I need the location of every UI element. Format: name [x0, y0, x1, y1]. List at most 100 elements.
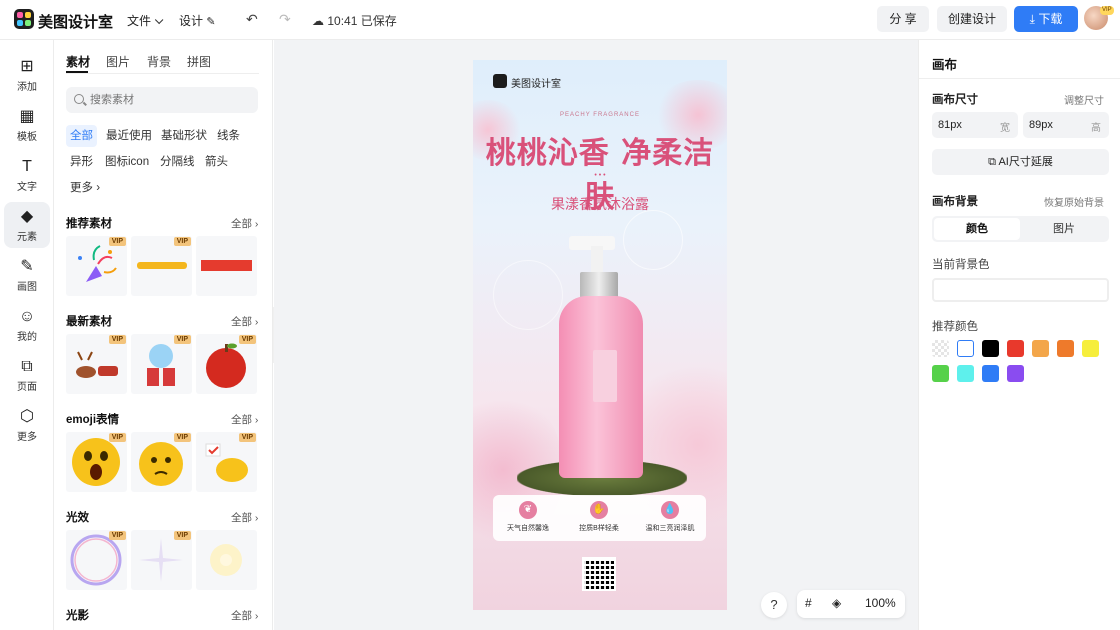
chip-arrows[interactable]: 箭头 [205, 151, 228, 173]
tab-assets[interactable]: 素材 [66, 53, 90, 70]
section-title-emoji: emoji表情 [66, 414, 120, 426]
design-menu[interactable]: 设计 ✎ [179, 12, 216, 29]
avatar-vip-badge: VIP [1100, 6, 1114, 15]
download-button[interactable]: ⤓ 下载 [1014, 6, 1078, 32]
grid-icon[interactable]: # [805, 596, 812, 610]
app-brand[interactable]: 美图设计室 [38, 11, 113, 32]
divider [919, 78, 1120, 79]
chip-dividers[interactable]: 分隔线 [160, 151, 195, 173]
asset-shocked-emoji[interactable]: VIP [66, 432, 127, 492]
section-title-light-effects: 光效 [66, 512, 89, 524]
see-all-link[interactable]: 全部 › [231, 608, 258, 623]
see-all-link[interactable]: 全部 › [231, 510, 258, 525]
asset-yellow-brush[interactable]: VIP [131, 236, 192, 296]
rail-item-add[interactable]: ⊞ 添加 [4, 52, 50, 98]
rail-label: 模板 [17, 132, 37, 143]
bubble-decoration [623, 210, 683, 270]
color-swatch[interactable] [982, 365, 999, 382]
color-swatch[interactable] [982, 340, 999, 357]
tab-backgrounds[interactable]: 背景 [147, 53, 171, 70]
undo-icon[interactable]: ↶ [246, 11, 258, 28]
rail-item-elements[interactable]: ◆ 元素 [4, 202, 50, 248]
chip-recent[interactable]: 最近使用 [106, 125, 152, 147]
asset-red-apple[interactable]: VIP [196, 334, 257, 394]
rail-item-draw[interactable]: ✎ 画图 [4, 252, 50, 298]
plus-square-icon: ⊞ [20, 58, 34, 75]
poster-logo-icon [493, 74, 507, 88]
color-swatch[interactable] [1007, 365, 1024, 382]
chip-icons[interactable]: 图标icon [105, 151, 149, 173]
color-swatch[interactable] [1057, 340, 1074, 357]
see-all-link[interactable]: 全部 › [231, 314, 258, 329]
color-swatch[interactable] [932, 365, 949, 382]
poster-canvas[interactable]: 美图设计室 PEACHY FRAGRANCE 桃桃沁香 净柔洁肤 • • • 果… [473, 60, 727, 610]
reset-background-link[interactable]: 恢复原始背景 [1044, 194, 1104, 209]
help-button[interactable]: ? [761, 592, 787, 618]
color-swatch[interactable] [1032, 340, 1049, 357]
asset-bubble-ring[interactable]: VIP [66, 530, 127, 590]
design-menu-label: 设计 [179, 14, 204, 28]
canvas-background-label: 画布背景 [932, 196, 978, 208]
share-button[interactable]: 分 享 [877, 6, 929, 32]
asset-glow-orb[interactable] [196, 530, 257, 590]
see-all-link[interactable]: 全部 › [231, 412, 258, 427]
rail-label: 元素 [17, 232, 37, 243]
canvas-stage[interactable]: 美图设计室 PEACHY FRAGRANCE 桃桃沁香 净柔洁肤 • • • 果… [274, 40, 918, 630]
chevron-right-icon: › [254, 414, 259, 426]
color-swatch[interactable] [957, 365, 974, 382]
height-field[interactable]: 89px 高 [1023, 112, 1109, 138]
zoom-level[interactable]: 100% [865, 596, 896, 610]
see-all-link[interactable]: 全部 › [231, 216, 258, 231]
rail-item-template[interactable]: ▦ 模板 [4, 102, 50, 148]
poster-english-subtitle[interactable]: PEACHY FRAGRANCE [473, 112, 727, 118]
tab-image[interactable]: 图片 [1021, 218, 1107, 240]
asset-party-popper[interactable]: VIP [66, 236, 127, 296]
search-box[interactable] [66, 87, 258, 113]
color-swatch[interactable] [957, 340, 974, 357]
top-bar: 美图设计室 文件 设计 ✎ ↶ ↷ ☁ 10:41 已保存 分 享 创建设计 ⤓… [0, 0, 1120, 40]
tab-images[interactable]: 图片 [106, 53, 130, 70]
rail-label: 画图 [17, 282, 37, 293]
tab-color[interactable]: 颜色 [934, 218, 1020, 240]
color-swatch[interactable] [1007, 340, 1024, 357]
chip-irregular[interactable]: 异形 [70, 151, 93, 173]
ai-resize-label: AI尺寸延展 [998, 156, 1053, 168]
chip-basic-shapes[interactable]: 基础形状 [161, 125, 207, 147]
tab-collage[interactable]: 拼图 [187, 53, 211, 70]
rail-item-pages[interactable]: ⧉ 页面 [4, 352, 50, 398]
rail-item-mine[interactable]: ☺ 我的 [4, 302, 50, 348]
file-menu[interactable]: 文件 [127, 12, 164, 29]
poster-subtitle[interactable]: 果漾香氛沐浴露 [473, 194, 727, 214]
section-title-recommended: 推荐素材 [66, 218, 112, 230]
asset-star-sparkle[interactable]: VIP [131, 530, 192, 590]
resize-link[interactable]: 调整尺寸 [1064, 92, 1104, 107]
ai-resize-button[interactable]: ⧉ AI尺寸延展 [932, 149, 1109, 175]
width-field[interactable]: 81px 宽 [932, 112, 1018, 138]
asset-snow-globe[interactable]: VIP [131, 334, 192, 394]
rail-item-text[interactable]: T 文字 [4, 152, 50, 198]
asset-thinking-emoji[interactable]: VIP [131, 432, 192, 492]
poster-brand[interactable]: 美图设计室 [511, 75, 561, 90]
chip-more[interactable]: 更多 › [70, 177, 100, 199]
redo-icon[interactable]: ↷ [279, 11, 291, 28]
create-design-button[interactable]: 创建设计 [937, 6, 1007, 32]
current-color-swatch[interactable] [932, 278, 1109, 302]
feature-text: 天气自然馨逸 [507, 525, 549, 532]
feature-bar[interactable]: ❦ 天气自然馨逸 ✋ 控质B样轻柔 💧 温和三亮润泽肌 [493, 495, 706, 541]
vip-badge: VIP [108, 531, 126, 540]
color-swatch[interactable] [1082, 340, 1099, 357]
asset-reindeer-sleigh[interactable]: VIP [66, 334, 127, 394]
search-input[interactable] [90, 91, 250, 109]
chip-all[interactable]: 全部 [66, 125, 97, 147]
poster-dots: • • • [594, 172, 606, 179]
asset-red-bar[interactable] [196, 236, 257, 296]
current-bg-label: 当前背景色 [932, 259, 990, 271]
rail-item-more[interactable]: ⬡ 更多 [4, 402, 50, 448]
app-logo-icon[interactable] [14, 9, 34, 29]
chip-more-label: 更多 [70, 182, 93, 194]
file-menu-label: 文件 [127, 14, 152, 28]
layers-icon[interactable]: ◈ [832, 596, 841, 610]
asset-chick-emoji[interactable]: VIP [196, 432, 257, 492]
chip-lines[interactable]: 线条 [217, 125, 240, 147]
color-swatch[interactable] [932, 340, 949, 357]
